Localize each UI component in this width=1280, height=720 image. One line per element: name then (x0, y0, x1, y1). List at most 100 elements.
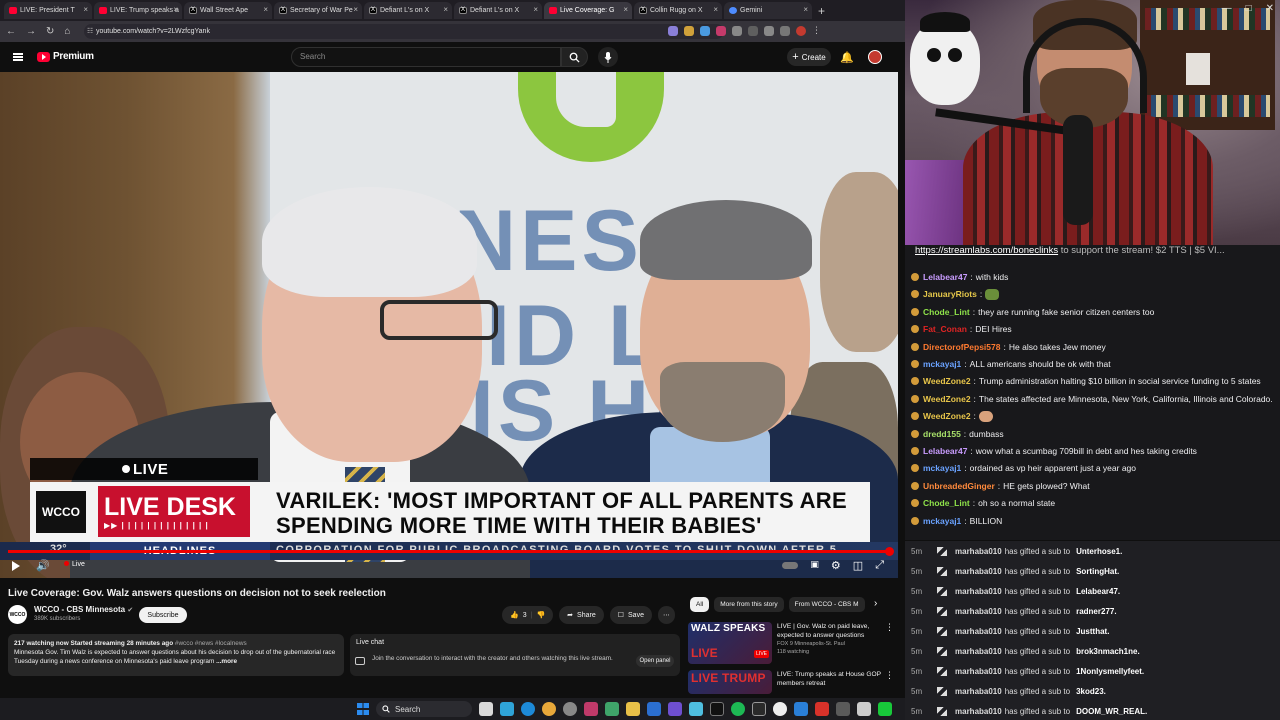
back-icon[interactable]: ← (6, 26, 16, 37)
app-icon[interactable] (857, 702, 871, 716)
event-recipient[interactable]: 3kod23. (1076, 687, 1106, 696)
settings-gear-icon[interactable]: ⚙ (831, 559, 841, 572)
event-user[interactable]: marhaba010 (955, 547, 1002, 556)
chat-username[interactable]: mckayaj1 (923, 359, 961, 369)
notifications-bell-icon[interactable]: 🔔 (840, 51, 854, 64)
chip-from-channel[interactable]: From WCCO - CBS M (788, 597, 865, 612)
menu-icon[interactable] (13, 53, 23, 61)
event-recipient[interactable]: DOOM_WR_REAL. (1076, 707, 1147, 716)
close-tab-icon[interactable]: × (803, 5, 808, 14)
close-tab-icon[interactable]: × (173, 5, 178, 14)
thumbs-down-icon[interactable]: 👎 (536, 611, 545, 619)
recommendation-thumbnail[interactable]: LIVE TRUMP (688, 670, 772, 694)
event-user[interactable]: marhaba010 (955, 587, 1002, 596)
app-icon[interactable] (605, 702, 619, 716)
chrome-icon[interactable] (542, 702, 556, 716)
close-tab-icon[interactable]: × (263, 5, 268, 14)
extension-icon[interactable] (780, 26, 790, 36)
event-user[interactable]: marhaba010 (955, 707, 1002, 716)
browser-tab[interactable]: X Collin Rugg on X × (634, 2, 722, 19)
close-window-icon[interactable]: ✕ (1266, 3, 1274, 14)
app-icon[interactable] (752, 702, 766, 716)
chat-username[interactable]: Chode_Lint (923, 498, 970, 508)
task-view-icon[interactable] (479, 702, 493, 716)
more-actions-button[interactable]: ⋯ (657, 606, 675, 624)
extension-icon[interactable] (716, 26, 726, 36)
event-user[interactable]: marhaba010 (955, 607, 1002, 616)
event-user[interactable]: marhaba010 (955, 647, 1002, 656)
more-dots-icon[interactable]: ⋮ (885, 670, 894, 681)
extension-icon[interactable] (668, 26, 678, 36)
app-icon[interactable] (710, 702, 724, 716)
search-button[interactable] (561, 47, 588, 67)
account-avatar[interactable] (868, 50, 882, 64)
open-panel-button[interactable]: Open panel (636, 655, 674, 667)
chat-username[interactable]: WeedZone2 (923, 394, 971, 404)
recommendation-card[interactable]: LIVE TRUMP LIVE: Trump speaks at House G… (688, 670, 898, 694)
volume-icon[interactable]: 🔊 (36, 559, 50, 572)
save-button[interactable]: ☐ Save (609, 606, 652, 624)
app-icon[interactable] (689, 702, 703, 716)
extension-icon[interactable] (684, 26, 694, 36)
taskbar-search[interactable]: Search (376, 701, 472, 717)
chat-username[interactable]: DirectorofPepsi578 (923, 342, 1000, 352)
event-recipient[interactable]: 1Nonlysmellyfeet. (1076, 667, 1144, 676)
recommendation-title[interactable]: LIVE | Gov. Walz on paid leave, expected… (777, 622, 885, 640)
event-recipient[interactable]: Lelabear47. (1076, 587, 1120, 596)
extension-icon[interactable] (796, 26, 806, 36)
event-user[interactable]: marhaba010 (955, 627, 1002, 636)
create-button[interactable]: + Create (787, 48, 831, 66)
app-icon[interactable] (647, 702, 661, 716)
app-icon[interactable] (773, 702, 787, 716)
more-link[interactable]: ...more (216, 658, 237, 665)
home-icon[interactable]: ⌂ (64, 26, 70, 37)
like-button[interactable]: 👍 3 | 👎 (502, 606, 554, 624)
event-recipient[interactable]: Justthat. (1076, 627, 1109, 636)
chat-username[interactable]: JanuaryRiots (923, 289, 977, 299)
share-button[interactable]: ➦ Share (559, 606, 604, 624)
app-icon[interactable] (815, 702, 829, 716)
recommendation-thumbnail[interactable]: WALZ SPEAKS LIVE LIVE (688, 622, 772, 664)
chat-username[interactable]: mckayaj1 (923, 516, 961, 526)
more-dots-icon[interactable]: ⋮ (885, 622, 894, 633)
app-icon[interactable] (878, 702, 892, 716)
event-user[interactable]: marhaba010 (955, 567, 1002, 576)
spotify-icon[interactable] (731, 702, 745, 716)
browser-tab[interactable]: Live Coverage: G × (544, 2, 632, 19)
browser-tab[interactable]: LIVE: Trump speaks a × (94, 2, 182, 19)
captions-icon[interactable]: ▣ (810, 559, 819, 572)
extension-icon[interactable] (748, 26, 758, 36)
reload-icon[interactable]: ↻ (46, 26, 54, 37)
close-tab-icon[interactable]: × (713, 5, 718, 14)
close-tab-icon[interactable]: × (623, 5, 628, 14)
chat-username[interactable]: WeedZone2 (923, 411, 971, 421)
event-recipient[interactable]: SortingHat. (1076, 567, 1119, 576)
chat-username[interactable]: dredd155 (923, 429, 961, 439)
description-box[interactable]: 217 watching now Started streaming 28 mi… (8, 634, 344, 676)
browser-tab[interactable]: X Wall Street Ape × (184, 2, 272, 19)
chat-username[interactable]: UnbreadedGinger (923, 481, 995, 491)
chat-username[interactable]: WeedZone2 (923, 376, 971, 386)
subscribe-button[interactable]: Subscribe (139, 607, 187, 623)
edge-icon[interactable] (521, 702, 535, 716)
app-icon[interactable] (563, 702, 577, 716)
url-field[interactable]: ☷ youtube.com/watch?v=2LWzfcgYank (84, 24, 724, 39)
browser-tab[interactable]: Gemini × (724, 2, 812, 19)
event-recipient[interactable]: Unterhose1. (1076, 547, 1122, 556)
chat-username[interactable]: Lelabear47 (923, 272, 967, 282)
browser-tab[interactable]: X Defiant L's on X × (454, 2, 542, 19)
file-explorer-icon[interactable] (626, 702, 640, 716)
minimize-icon[interactable]: — (1222, 3, 1232, 14)
forward-icon[interactable]: → (26, 26, 36, 37)
app-icon[interactable] (836, 702, 850, 716)
live-indicator[interactable]: Live (64, 561, 85, 568)
fullscreen-icon[interactable]: ⤢ (875, 559, 884, 572)
new-tab-icon[interactable]: + (818, 4, 825, 18)
youtube-logo[interactable]: Premium (37, 51, 94, 62)
site-info-icon[interactable]: ☷ (87, 24, 93, 39)
app-icon[interactable] (668, 702, 682, 716)
close-tab-icon[interactable]: × (353, 5, 358, 14)
extension-icon[interactable] (700, 26, 710, 36)
voice-search-button[interactable] (598, 47, 618, 67)
chat-username[interactable]: mckayaj1 (923, 463, 961, 473)
